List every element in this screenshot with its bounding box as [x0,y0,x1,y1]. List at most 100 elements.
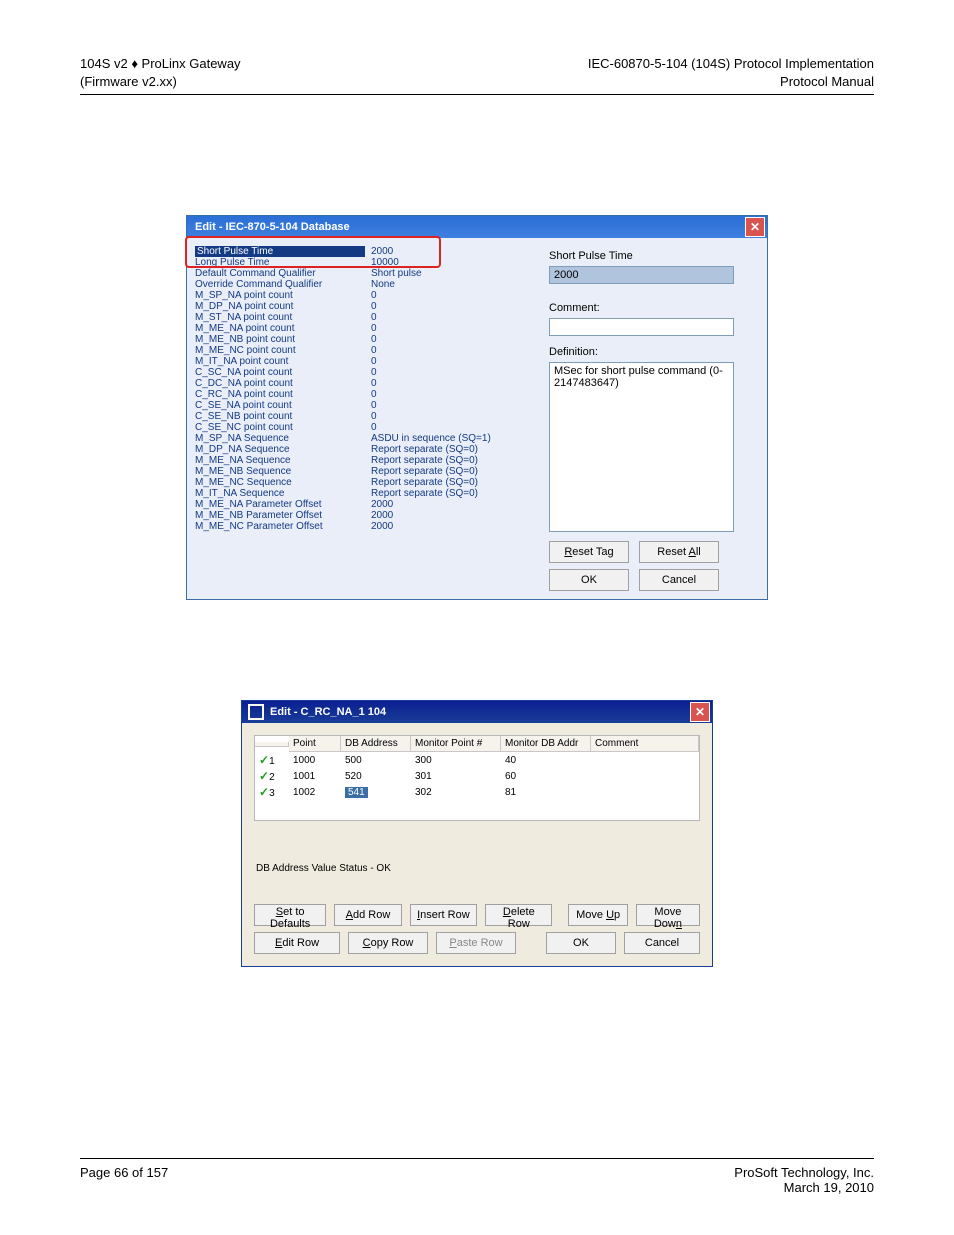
param-value[interactable]: Report separate (SQ=0) [371,477,533,488]
cancel-button[interactable]: Cancel [639,569,719,591]
data-grid[interactable]: PointDB AddressMonitor Point #Monitor DB… [254,735,700,821]
param-name[interactable]: M_SP_NA Sequence [195,433,365,444]
reset-tag-button[interactable]: Reset Tag [549,541,629,563]
param-name[interactable]: M_ME_NB Sequence [195,466,365,477]
app-icon [248,704,264,720]
param-name[interactable]: M_DP_NA point count [195,301,365,312]
column-header[interactable]: Comment [591,736,699,752]
param-name[interactable]: M_DP_NA Sequence [195,444,365,455]
company: ProSoft Technology, Inc. [734,1165,874,1180]
ok-button[interactable]: OK [549,569,629,591]
param-name[interactable]: M_IT_NA Sequence [195,488,365,499]
definition-text[interactable] [549,362,734,532]
delete-row-button[interactable]: Delete Row [485,904,552,926]
table-row[interactable]: ✓1100050030040 [255,752,699,768]
param-value[interactable]: 2000 [371,499,533,510]
param-value[interactable]: 0 [371,389,533,400]
param-value[interactable]: 0 [371,411,533,422]
paste-row-button[interactable]: Paste Row [436,932,516,954]
param-name[interactable]: C_RC_NA point count [195,389,365,400]
ok-button[interactable]: OK [546,932,616,954]
param-value[interactable]: 2000 [371,246,533,257]
add-row-button[interactable]: Add Row [334,904,401,926]
doc-header: 104S v2 ♦ ProLinx Gateway (Firmware v2.x… [80,55,874,95]
move-down-button[interactable]: Move Down [636,904,700,926]
header-left-2: (Firmware v2.xx) [80,73,241,91]
dialog2-titlebar[interactable]: Edit - C_RC_NA_1 104 ✕ [242,701,712,723]
param-value[interactable]: None [371,279,533,290]
param-name[interactable]: M_ME_NC Sequence [195,477,365,488]
dialog1-titlebar[interactable]: Edit - IEC-870-5-104 Database ✕ [187,216,767,238]
param-value[interactable]: Report separate (SQ=0) [371,466,533,477]
param-value[interactable]: 0 [371,422,533,433]
check-icon: ✓ [259,769,269,783]
column-header[interactable]: DB Address [341,736,411,752]
param-value[interactable]: 10000 [371,257,533,268]
field-value-input[interactable] [549,266,734,284]
param-value[interactable]: Report separate (SQ=0) [371,488,533,499]
table-row[interactable]: ✓2100152030160 [255,768,699,784]
param-name[interactable]: M_ME_NC point count [195,345,365,356]
param-name[interactable]: M_ME_NA Sequence [195,455,365,466]
set-defaults-button[interactable]: Set to Defaults [254,904,326,926]
param-name[interactable]: C_DC_NA point count [195,378,365,389]
param-name[interactable]: M_ME_NA Parameter Offset [195,499,365,510]
param-name[interactable]: M_ME_NB point count [195,334,365,345]
param-name[interactable]: M_ST_NA point count [195,312,365,323]
param-name[interactable]: Short Pulse Time [195,246,365,257]
param-value[interactable]: 0 [371,323,533,334]
param-value[interactable]: 0 [371,345,533,356]
param-name[interactable]: C_SE_NA point count [195,400,365,411]
table-row[interactable]: ✓3100254130281 [255,784,699,800]
param-value[interactable]: 0 [371,367,533,378]
param-name[interactable]: C_SE_NC point count [195,422,365,433]
insert-row-button[interactable]: Insert Row [410,904,477,926]
param-value[interactable]: 0 [371,356,533,367]
header-left-1: 104S v2 ♦ ProLinx Gateway [80,55,241,73]
cancel-button[interactable]: Cancel [624,932,700,954]
param-name[interactable]: C_SE_NB point count [195,411,365,422]
param-list[interactable]: Short Pulse Time 2000 Long Pulse Time 10000… [187,238,541,599]
param-value[interactable]: Report separate (SQ=0) [371,455,533,466]
move-up-button[interactable]: Move Up [568,904,627,926]
param-value[interactable]: 2000 [371,510,533,521]
header-right-2: Protocol Manual [588,73,874,91]
edit-row-button[interactable]: Edit Row [254,932,340,954]
param-value[interactable]: 0 [371,312,533,323]
column-header[interactable]: Monitor Point # [411,736,501,752]
param-name[interactable]: C_SC_NA point count [195,367,365,378]
param-name[interactable]: M_IT_NA point count [195,356,365,367]
param-name[interactable]: M_ME_NB Parameter Offset [195,510,365,521]
page-number: Page 66 of 157 [80,1165,168,1195]
param-value[interactable]: 0 [371,400,533,411]
param-name[interactable]: M_ME_NC Parameter Offset [195,521,365,532]
close-icon[interactable]: ✕ [690,702,710,722]
date: March 19, 2010 [734,1180,874,1195]
check-icon: ✓ [259,753,269,767]
param-value[interactable]: 0 [371,334,533,345]
copy-row-button[interactable]: Copy Row [348,932,428,954]
param-value[interactable]: ASDU in sequence (SQ=1) [371,433,533,444]
param-name[interactable]: Default Command Qualifier [195,268,365,279]
comment-label: Comment: [549,302,759,314]
param-name[interactable]: Long Pulse Time [195,257,365,268]
param-name[interactable]: Override Command Qualifier [195,279,365,290]
close-icon[interactable]: ✕ [745,217,765,237]
column-header[interactable]: Monitor DB Addr [501,736,591,752]
dialog-crcna: Edit - C_RC_NA_1 104 ✕ PointDB AddressMo… [241,700,713,967]
param-value[interactable]: Report separate (SQ=0) [371,444,533,455]
param-value[interactable]: 2000 [371,521,533,532]
param-value[interactable]: 0 [371,290,533,301]
check-icon: ✓ [259,785,269,799]
param-value[interactable]: Short pulse [371,268,533,279]
field-label: Short Pulse Time [549,250,759,262]
comment-input[interactable] [549,318,734,336]
param-name[interactable]: M_ME_NA point count [195,323,365,334]
reset-all-button[interactable]: Reset All [639,541,719,563]
param-name[interactable]: M_SP_NA point count [195,290,365,301]
param-value[interactable]: 0 [371,301,533,312]
column-header[interactable] [255,742,289,747]
column-header[interactable]: Point [289,736,341,752]
param-value[interactable]: 0 [371,378,533,389]
doc-footer: Page 66 of 157 ProSoft Technology, Inc. … [80,1158,874,1195]
